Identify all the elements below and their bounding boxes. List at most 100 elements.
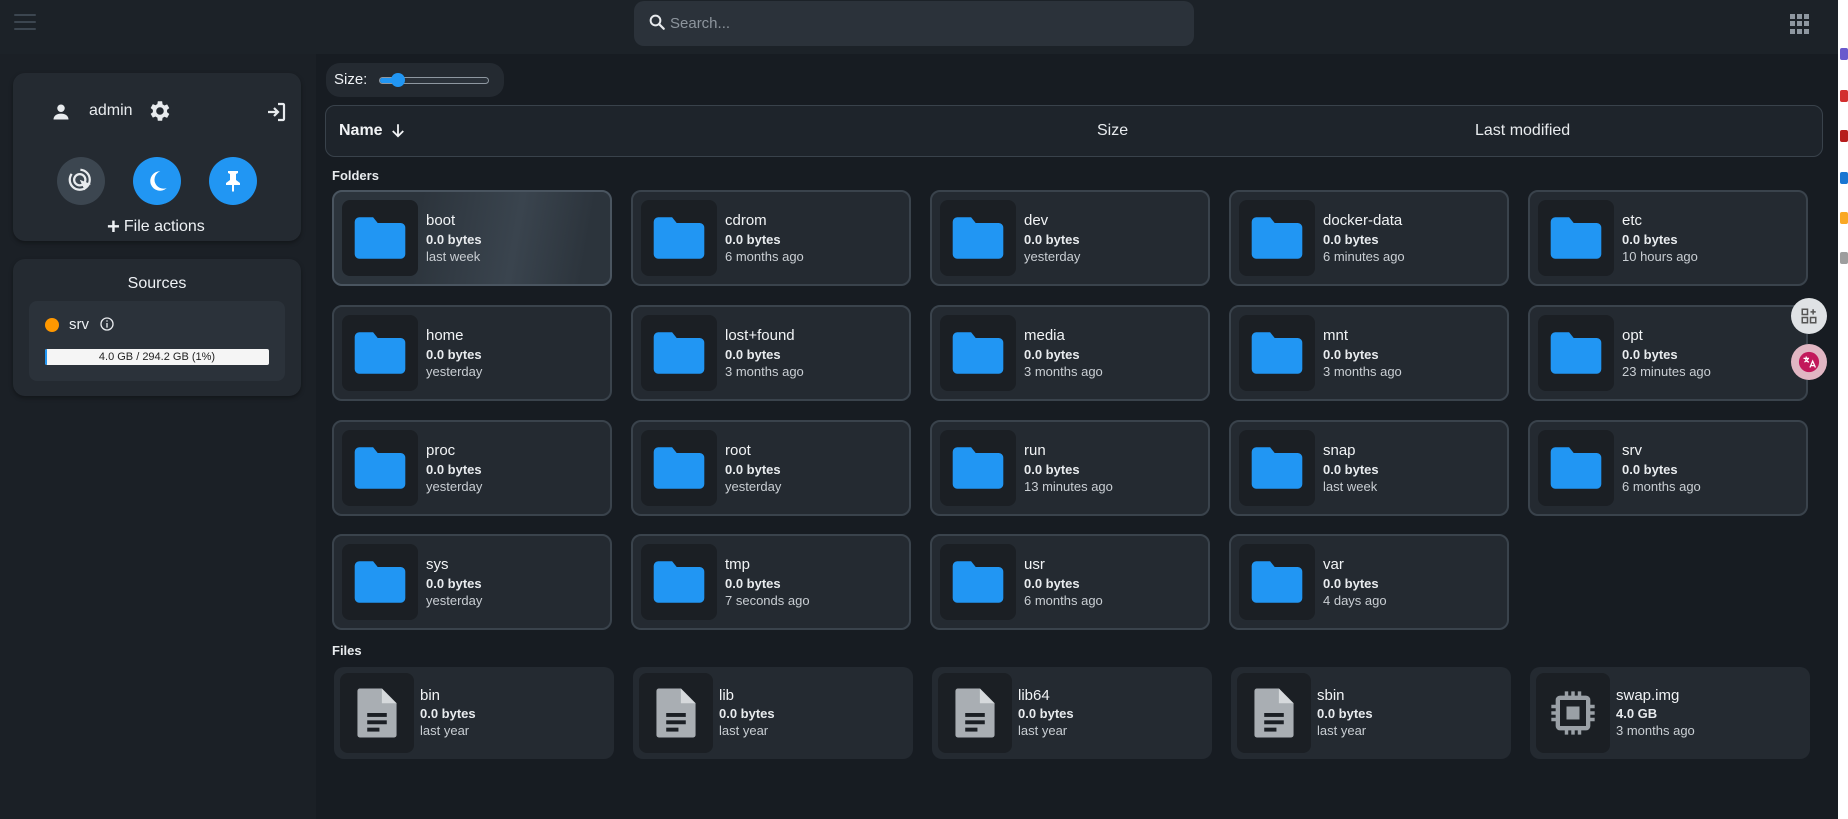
- folder-thumbnail: [641, 430, 717, 506]
- item-size: 0.0 bytes: [1018, 706, 1074, 721]
- folder-thumbnail: [940, 544, 1016, 620]
- item-name: lib64: [1018, 687, 1050, 704]
- folder-item[interactable]: docker-data 0.0 bytes 6 minutes ago: [1229, 190, 1509, 286]
- plus-icon: +: [107, 214, 120, 239]
- folder-item[interactable]: srv 0.0 bytes 6 months ago: [1528, 420, 1808, 516]
- file-actions-button[interactable]: + File actions: [107, 214, 205, 239]
- file-item[interactable]: lib 0.0 bytes last year: [633, 667, 913, 759]
- folder-icon: [1550, 332, 1602, 374]
- item-size: 0.0 bytes: [426, 462, 482, 477]
- folder-item[interactable]: proc 0.0 bytes yesterday: [332, 420, 612, 516]
- status-dot-icon: [45, 318, 59, 332]
- folder-item[interactable]: snap 0.0 bytes last week: [1229, 420, 1509, 516]
- sort-by-name[interactable]: Name: [339, 122, 407, 140]
- item-modified: yesterday: [426, 479, 483, 494]
- translate-tool-button[interactable]: [1791, 344, 1827, 380]
- folder-thumbnail: [1239, 315, 1315, 391]
- document-icon: [1254, 688, 1294, 738]
- folder-item[interactable]: root 0.0 bytes yesterday: [631, 420, 911, 516]
- folder-icon: [1251, 217, 1303, 259]
- logout-icon[interactable]: [264, 100, 288, 124]
- usage-text: 4.0 GB / 294.2 GB (1%): [98, 351, 216, 363]
- menu-icon[interactable]: [14, 14, 36, 34]
- sources-title: Sources: [127, 275, 187, 292]
- search-input[interactable]: [670, 1, 1180, 46]
- item-size: 0.0 bytes: [426, 347, 482, 362]
- item-size: 0.0 bytes: [1024, 347, 1080, 362]
- item-name: run: [1024, 442, 1046, 459]
- item-modified: last year: [1018, 723, 1068, 738]
- folder-item[interactable]: lost+found 0.0 bytes 3 months ago: [631, 305, 911, 401]
- folder-item[interactable]: tmp 0.0 bytes 7 seconds ago: [631, 534, 911, 630]
- cursor-click-icon: [68, 168, 91, 191]
- item-name: media: [1024, 327, 1065, 344]
- item-name: swap.img: [1616, 687, 1680, 704]
- document-icon: [656, 688, 696, 738]
- item-modified: 3 months ago: [1323, 364, 1402, 379]
- sort-by-size[interactable]: Size: [1097, 122, 1128, 140]
- user-card: admin + File actions: [13, 73, 301, 241]
- slider-thumb[interactable]: [391, 73, 406, 87]
- folder-item[interactable]: etc 0.0 bytes 10 hours ago: [1528, 190, 1808, 286]
- folder-item[interactable]: cdrom 0.0 bytes 6 months ago: [631, 190, 911, 286]
- user-icon: [53, 104, 69, 120]
- item-size: 0.0 bytes: [725, 232, 781, 247]
- item-modified: yesterday: [426, 593, 483, 608]
- item-modified: 13 minutes ago: [1024, 479, 1113, 494]
- document-icon: [955, 688, 995, 738]
- pin-icon: [226, 171, 240, 192]
- folder-item[interactable]: media 0.0 bytes 3 months ago: [930, 305, 1210, 401]
- select-mode-button[interactable]: [57, 157, 105, 205]
- search-box[interactable]: [634, 1, 1194, 46]
- folder-item[interactable]: sys 0.0 bytes yesterday: [332, 534, 612, 630]
- dark-mode-button[interactable]: [133, 157, 181, 205]
- main-content: Size: Name Size Last modified Folders bo…: [316, 54, 1838, 819]
- files-section-label: Files: [332, 643, 362, 658]
- folder-icon: [1251, 561, 1303, 603]
- folder-item[interactable]: boot 0.0 bytes last week: [332, 190, 612, 286]
- item-name: bin: [420, 687, 441, 704]
- folder-icon: [952, 447, 1004, 489]
- file-item[interactable]: lib64 0.0 bytes last year: [932, 667, 1212, 759]
- folder-item[interactable]: dev 0.0 bytes yesterday: [930, 190, 1210, 286]
- item-modified: 10 hours ago: [1622, 249, 1698, 264]
- folder-icon: [653, 561, 705, 603]
- gear-icon[interactable]: [146, 98, 172, 124]
- folder-item[interactable]: usr 0.0 bytes 6 months ago: [930, 534, 1210, 630]
- item-name: etc: [1622, 212, 1643, 229]
- item-modified: yesterday: [426, 364, 483, 379]
- folder-item[interactable]: var 0.0 bytes 4 days ago: [1229, 534, 1509, 630]
- sort-by-modified[interactable]: Last modified: [1475, 122, 1570, 140]
- folder-thumbnail: [342, 315, 418, 391]
- item-name: srv: [1622, 442, 1642, 459]
- info-icon[interactable]: [99, 316, 115, 332]
- item-modified: 6 minutes ago: [1323, 249, 1405, 264]
- screenshot-tool-button[interactable]: [1791, 298, 1827, 334]
- folder-item[interactable]: opt 0.0 bytes 23 minutes ago: [1528, 305, 1808, 401]
- folder-item[interactable]: home 0.0 bytes yesterday: [332, 305, 612, 401]
- top-bar: [0, 0, 1838, 54]
- folder-icon: [354, 332, 406, 374]
- item-size: 0.0 bytes: [725, 462, 781, 477]
- item-name: sys: [426, 556, 449, 573]
- folder-thumbnail: [940, 430, 1016, 506]
- size-slider[interactable]: [379, 73, 489, 87]
- folder-item[interactable]: mnt 0.0 bytes 3 months ago: [1229, 305, 1509, 401]
- folder-item[interactable]: run 0.0 bytes 13 minutes ago: [930, 420, 1210, 516]
- file-item[interactable]: swap.img 4.0 GB 3 months ago: [1530, 667, 1810, 759]
- sidebar: admin + File actions Sources srv 4.0 GB …: [0, 54, 316, 819]
- item-name: docker-data: [1323, 212, 1403, 229]
- size-control: Size:: [326, 63, 504, 97]
- file-item[interactable]: bin 0.0 bytes last year: [334, 667, 614, 759]
- folder-icon: [1251, 447, 1303, 489]
- pin-sidebar-button[interactable]: [209, 157, 257, 205]
- folder-thumbnail: [1538, 200, 1614, 276]
- source-item[interactable]: srv 4.0 GB / 294.2 GB (1%): [29, 301, 285, 381]
- item-modified: last week: [426, 249, 481, 264]
- item-size: 0.0 bytes: [1024, 462, 1080, 477]
- item-name: root: [725, 442, 751, 459]
- file-item[interactable]: sbin 0.0 bytes last year: [1231, 667, 1511, 759]
- grid-view-icon[interactable]: [1790, 14, 1810, 34]
- item-modified: 23 minutes ago: [1622, 364, 1711, 379]
- source-name: srv: [69, 316, 89, 333]
